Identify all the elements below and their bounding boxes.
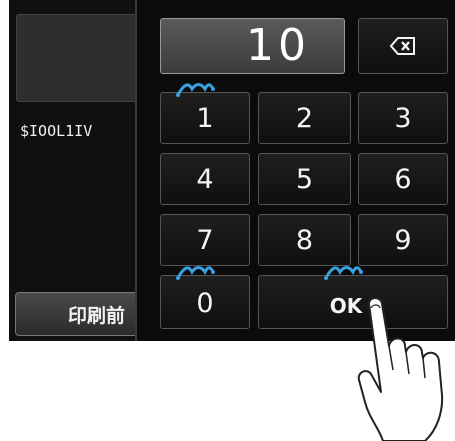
entered-value-display: 10 [160, 18, 345, 74]
key-6[interactable]: 6 [358, 153, 448, 205]
key-5[interactable]: 5 [258, 153, 351, 205]
key-3-label: 3 [394, 103, 412, 134]
key-1[interactable]: 1 [160, 83, 250, 144]
key-4-label: 4 [196, 164, 214, 195]
backspace-button[interactable] [358, 18, 448, 74]
key-9-label: 9 [394, 225, 412, 256]
key-0-label: 0 [196, 288, 214, 319]
key-2[interactable]: 2 [258, 92, 351, 144]
key-7[interactable]: 7 [160, 214, 250, 266]
key-2-label: 2 [295, 103, 314, 134]
key-6-label: 6 [394, 164, 412, 195]
key-1-label: 1 [196, 103, 214, 134]
sparkle-hint-icon [176, 83, 215, 97]
key-4[interactable]: 4 [160, 153, 250, 205]
key-0[interactable]: 0 [160, 266, 250, 329]
key-5-label: 5 [295, 164, 314, 195]
key-7-label: 7 [196, 225, 214, 256]
key-9[interactable]: 9 [358, 214, 448, 266]
key-8[interactable]: 8 [258, 214, 351, 266]
key-8-label: 8 [295, 225, 314, 256]
key-3[interactable]: 3 [358, 92, 448, 144]
pointing-hand-icon [357, 297, 444, 441]
backspace-icon [390, 37, 415, 55]
